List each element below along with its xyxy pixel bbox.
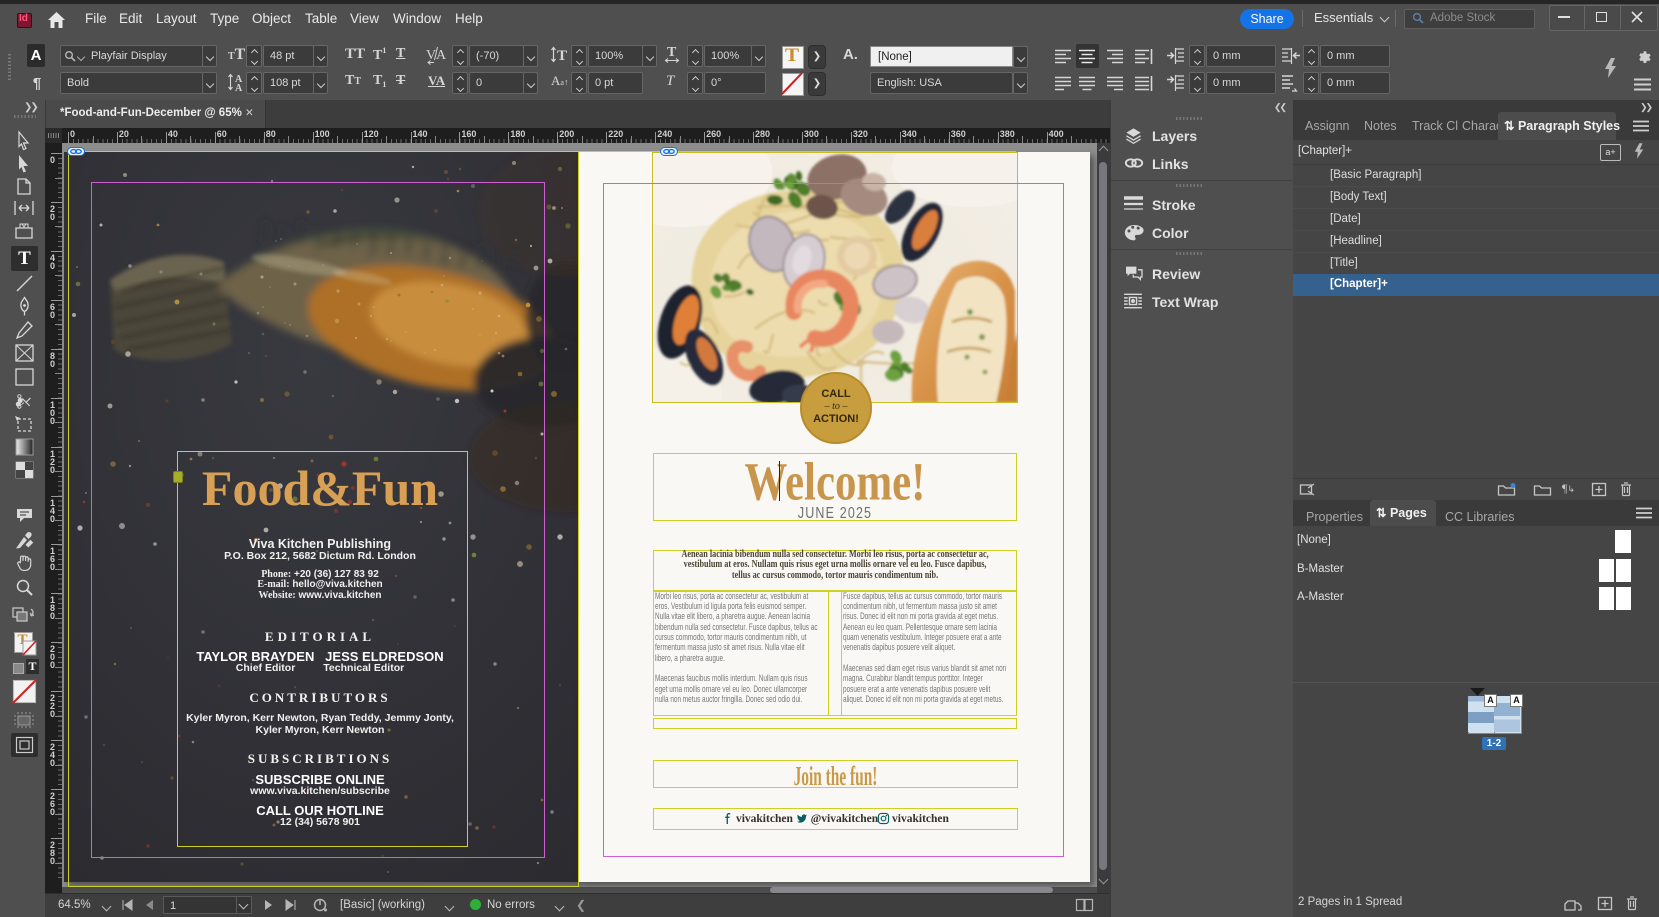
svg-text:T: T <box>667 45 677 60</box>
svg-text:V: V <box>426 48 436 63</box>
svg-text:A: A <box>235 83 243 94</box>
svg-text:A: A <box>436 48 447 63</box>
svg-text:T: T <box>557 48 567 64</box>
